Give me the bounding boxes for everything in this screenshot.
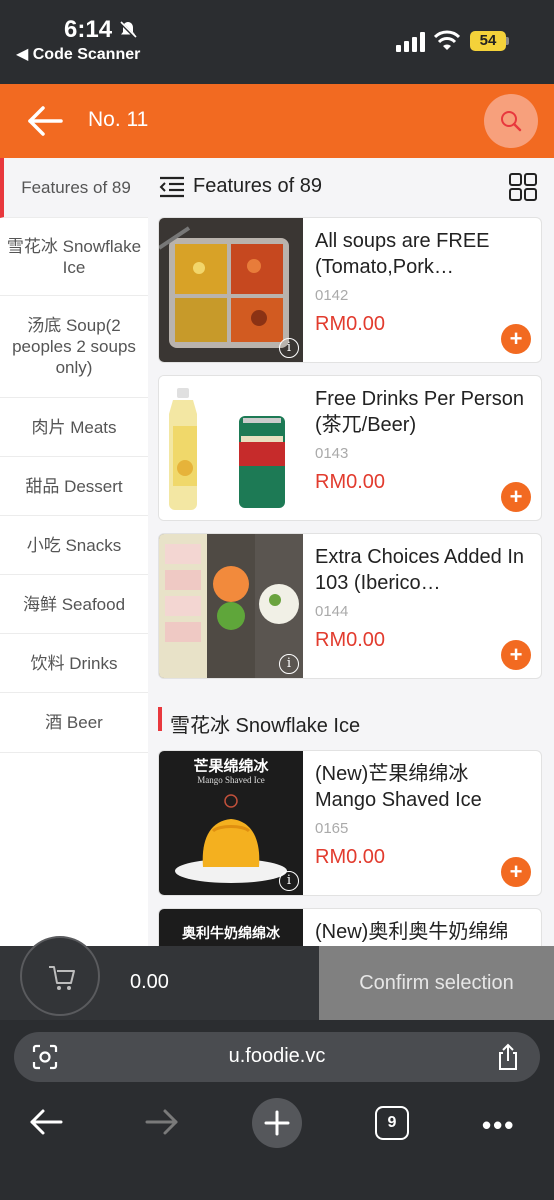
battery-indicator: 54	[470, 31, 506, 51]
menu-item-card[interactable]: 奥利牛奶绵绵冰 (New)奥利奥牛奶绵绵	[158, 908, 542, 948]
sidebar-item-snowflake-ice[interactable]: 雪花冰 Snowflake Ice	[0, 218, 148, 296]
wifi-icon	[434, 30, 460, 50]
cart-total: 0.00	[130, 971, 169, 993]
drinks-image	[159, 376, 303, 520]
item-code: 0165	[315, 820, 349, 837]
cart-bar: 0.00 Confirm selection	[0, 936, 554, 1020]
back-to-app-link[interactable]: ◀ Code Scanner	[16, 44, 140, 64]
sidebar-item-meats[interactable]: 肉片 Meats	[0, 398, 148, 457]
search-button[interactable]	[484, 94, 538, 148]
menu-list-icon[interactable]	[158, 175, 186, 199]
image-caption-en: Mango Shaved Ice	[197, 775, 265, 785]
cellular-signal-icon	[396, 32, 425, 52]
cart-icon	[49, 966, 75, 990]
sidebar-item-snacks[interactable]: 小吃 Snacks	[0, 516, 148, 575]
add-to-cart-button[interactable]: +	[501, 640, 531, 670]
item-name: All soups are FREE (Tomato,Pork…	[315, 230, 490, 278]
menu-item-card[interactable]: Free Drinks Per Person (茶兀/Beer) 0143 RM…	[158, 375, 542, 521]
status-bar: 6:14 ◀ Code Scanner 54	[0, 0, 554, 84]
silent-bell-icon	[118, 20, 138, 40]
category-accent-bar	[158, 707, 162, 731]
status-time: 6:14	[64, 16, 113, 43]
app-header: No. 11	[0, 84, 554, 158]
item-price: RM0.00	[315, 629, 386, 651]
sidebar-item-soup[interactable]: 汤底 Soup(2 peoples 2 soups only)	[0, 296, 148, 398]
add-to-cart-button[interactable]: +	[501, 482, 531, 512]
item-name: (New)奥利奥牛奶绵绵	[315, 921, 509, 943]
item-price: RM0.00	[315, 846, 386, 868]
plus-icon	[264, 1110, 290, 1136]
page-title: No. 11	[88, 108, 149, 131]
cart-button[interactable]	[20, 936, 100, 1016]
section-header: Features of 89	[158, 172, 548, 202]
browser-forward-icon[interactable]	[144, 1108, 180, 1136]
item-name: Free Drinks Per Person (茶兀/Beer)	[315, 388, 524, 436]
sidebar-item-seafood[interactable]: 海鲜 Seafood	[0, 575, 148, 634]
section-title: Features of 89	[193, 175, 322, 197]
item-price: RM0.00	[315, 471, 386, 493]
sidebar-item-drinks[interactable]: 饮料 Drinks	[0, 634, 148, 693]
item-name: Extra Choices Added In 103 (Iberico…	[315, 546, 525, 594]
item-code: 0142	[315, 287, 349, 304]
item-name: (New)芒果绵绵冰 Mango Shaved Ice	[315, 763, 482, 811]
info-icon[interactable]: i	[279, 871, 299, 891]
menu-item-card[interactable]: i All soups are FREE (Tomato,Pork… 0142 …	[158, 217, 542, 363]
image-caption-cn: 奥利牛奶绵绵冰	[182, 925, 280, 941]
share-icon[interactable]	[496, 1043, 520, 1071]
search-icon	[501, 111, 522, 132]
browser-toolbar: u.foodie.vc 9 •••	[0, 1020, 554, 1200]
add-to-cart-button[interactable]: +	[501, 324, 531, 354]
category-sidebar: Features of 89 雪花冰 Snowflake Ice 汤底 Soup…	[0, 158, 148, 948]
oreo-shaved-ice-image: 奥利牛奶绵绵冰	[159, 909, 303, 948]
category-header: 雪花冰 Snowflake Ice	[158, 707, 548, 737]
info-icon[interactable]: i	[279, 654, 299, 674]
item-code: 0143	[315, 445, 349, 462]
info-icon[interactable]: i	[279, 338, 299, 358]
grid-view-icon[interactable]	[508, 172, 538, 202]
new-tab-button[interactable]	[252, 1098, 302, 1148]
more-options-icon[interactable]: •••	[482, 1110, 515, 1141]
menu-item-card[interactable]: 芒果绵绵冰 Mango Shaved Ice i (New)芒果绵绵冰 Mang…	[158, 750, 542, 896]
image-caption-cn: 芒果绵绵冰	[193, 758, 269, 775]
category-title: 雪花冰 Snowflake Ice	[170, 715, 361, 737]
sidebar-item-features[interactable]: Features of 89	[0, 158, 148, 218]
tab-switcher-button[interactable]: 9	[375, 1106, 409, 1140]
sidebar-item-dessert[interactable]: 甜品 Dessert	[0, 457, 148, 516]
url-text[interactable]: u.foodie.vc	[14, 1045, 540, 1068]
back-arrow-icon[interactable]	[26, 104, 64, 138]
menu-item-card[interactable]: i Extra Choices Added In 103 (Iberico… 0…	[158, 533, 542, 679]
item-price: RM0.00	[315, 313, 386, 335]
add-to-cart-button[interactable]: +	[501, 857, 531, 887]
address-bar[interactable]: u.foodie.vc	[14, 1032, 540, 1082]
battery-tip	[506, 37, 509, 45]
item-code: 0144	[315, 603, 349, 620]
confirm-selection-button[interactable]: Confirm selection	[319, 946, 554, 1020]
browser-back-icon[interactable]	[28, 1108, 64, 1136]
menu-content[interactable]: Features of 89 i All soups are FREE (Tom…	[148, 158, 554, 948]
sidebar-item-beer[interactable]: 酒 Beer	[0, 693, 148, 753]
